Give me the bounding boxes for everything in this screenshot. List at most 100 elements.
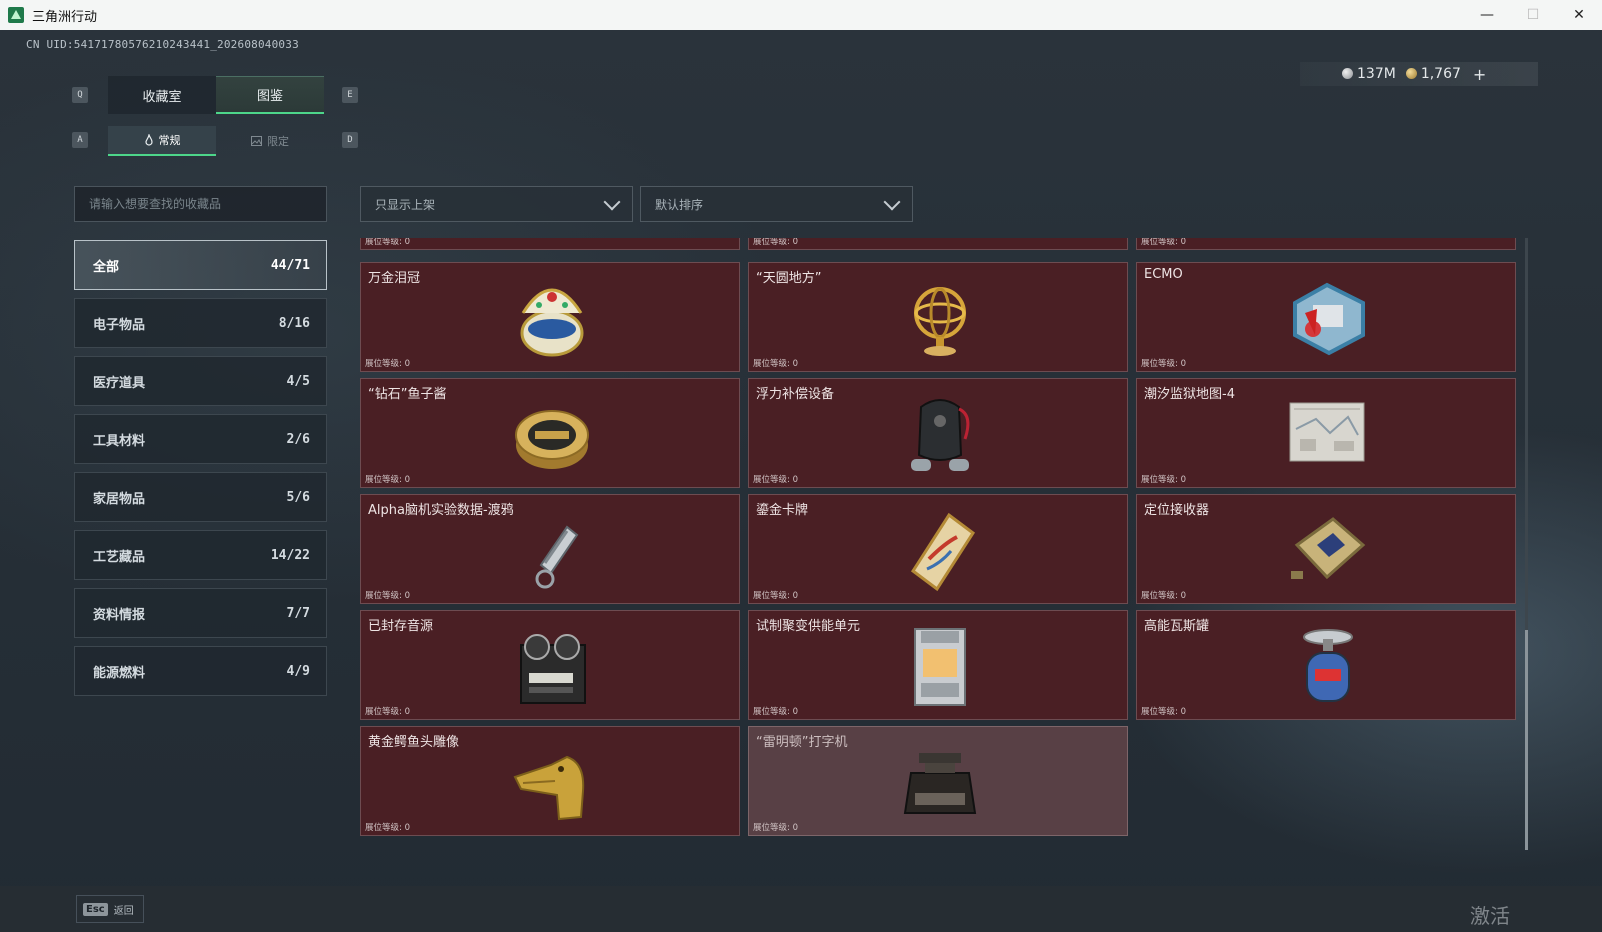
category-count: 2/6 [286, 431, 310, 447]
item-level: 展位等级: 0 [753, 823, 798, 833]
shelf-filter-dropdown[interactable]: 只显示上架 [360, 186, 633, 222]
item-name: Alpha脑机实验数据-渡鸦 [368, 503, 514, 518]
item-card[interactable]: 展位等级: 0 [748, 238, 1128, 250]
subtab-limited-label: 限定 [267, 135, 289, 148]
item-card-jeweled-egg[interactable]: 万金泪冠 展位等级: 0 [360, 262, 740, 372]
item-name: 万金泪冠 [368, 271, 421, 286]
caviar-tin-icon [515, 410, 589, 469]
item-level: 展位等级: 0 [753, 359, 798, 369]
item-card-gas-canister[interactable]: 高能瓦斯罐 展位等级: 0 [1136, 610, 1516, 720]
category-label: 家居物品 [93, 491, 146, 507]
tab-atlas[interactable]: 图鉴 [216, 76, 324, 114]
item-card-fusion-unit[interactable]: 试制聚变供能单元 展位等级: 0 [748, 610, 1128, 720]
item-card-armillary[interactable]: “天圆地方” 展位等级: 0 [748, 262, 1128, 372]
silver-currency: 137M [1342, 66, 1396, 82]
subtab-limited[interactable]: 限定 [216, 126, 324, 156]
subtab-normal[interactable]: 常规 [108, 126, 216, 156]
item-name: “雷明顿”打字机 [756, 735, 848, 750]
back-button[interactable]: Esc 返回 [76, 895, 144, 923]
category-energy[interactable]: 能源燃料 4/9 [74, 646, 327, 696]
item-card-gps-receiver[interactable]: 定位接收器 展位等级: 0 [1136, 494, 1516, 604]
item-name: 鎏金卡牌 [756, 503, 809, 518]
item-card-usb-data[interactable]: Alpha脑机实验数据-渡鸦 展位等级: 0 [360, 494, 740, 604]
item-name: “钻石”鱼子酱 [368, 387, 447, 402]
category-crafts[interactable]: 工艺藏品 14/22 [74, 530, 327, 580]
grid-scrollbar-thumb[interactable] [1525, 630, 1528, 850]
item-level: 展位等级: 0 [365, 359, 410, 369]
category-count: 7/7 [286, 605, 310, 621]
buoyancy-device-icon [911, 399, 970, 471]
shelf-filter-value: 只显示上架 [375, 197, 436, 212]
search-input[interactable] [89, 197, 309, 211]
item-level: 展位等级: 0 [1141, 238, 1186, 247]
map-icon [1289, 402, 1365, 462]
category-medical[interactable]: 医疗道具 4/5 [74, 356, 327, 406]
item-name: 试制聚变供能单元 [756, 619, 861, 634]
category-all[interactable]: 全部 44/71 [74, 240, 327, 290]
flame-icon [144, 134, 153, 146]
item-level: 展位等级: 0 [753, 475, 798, 485]
window-titlebar: 三角洲行动 — ☐ ✕ [0, 0, 1602, 30]
typewriter-icon [903, 753, 977, 814]
windows-activation-watermark: 激活 Windows [1470, 904, 1559, 932]
footer-bar [0, 886, 1602, 932]
item-level: 展位等级: 0 [753, 238, 798, 247]
category-count: 5/6 [286, 489, 310, 505]
item-name: 高能瓦斯罐 [1144, 619, 1210, 634]
item-name: 已封存音源 [368, 619, 434, 634]
item-level: 展位等级: 0 [365, 475, 410, 485]
item-name: ECMO [1144, 267, 1183, 282]
esc-key-hint: Esc [83, 902, 108, 916]
gold-currency: 1,767 [1405, 66, 1461, 82]
item-card[interactable]: 展位等级: 0 [360, 238, 740, 250]
category-intel[interactable]: 资料情报 7/7 [74, 588, 327, 638]
category-label: 医疗道具 [93, 375, 146, 391]
collection-grid: 展位等级: 0 展位等级: 0 展位等级: 0 万金泪冠 展位等级: 0 “天圆… [360, 238, 1522, 850]
key-hint-a: A [72, 132, 88, 148]
item-name: 定位接收器 [1144, 503, 1210, 518]
silver-amount: 137M [1357, 66, 1396, 82]
item-card-crocodile-statue[interactable]: 黄金鳄鱼头雕像 展位等级: 0 [360, 726, 740, 836]
gold-coin-icon [1405, 68, 1417, 79]
item-name: 潮汐监狱地图-4 [1144, 387, 1235, 402]
sort-value: 默认排序 [655, 197, 704, 212]
item-card-typewriter[interactable]: “雷明顿”打字机 展位等级: 0 [748, 726, 1128, 836]
item-card-map[interactable]: 潮汐监狱地图-4 展位等级: 0 [1136, 378, 1516, 488]
category-count: 4/9 [286, 663, 310, 679]
item-level: 展位等级: 0 [1141, 359, 1186, 369]
category-tools[interactable]: 工具材料 2/6 [74, 414, 327, 464]
item-card[interactable]: 展位等级: 0 [1136, 238, 1516, 250]
key-hint-d: D [342, 132, 358, 148]
key-hint-e: E [342, 87, 358, 103]
maximize-button[interactable]: ☐ [1510, 0, 1556, 30]
item-level: 展位等级: 0 [365, 707, 410, 717]
window-controls: — ☐ ✕ [1464, 0, 1602, 30]
category-label: 工艺藏品 [93, 549, 146, 565]
item-card-caviar[interactable]: “钻石”鱼子酱 展位等级: 0 [360, 378, 740, 488]
item-card-gilded-card[interactable]: 鎏金卡牌 展位等级: 0 [748, 494, 1128, 604]
sort-dropdown[interactable]: 默认排序 [640, 186, 913, 222]
category-label: 资料情报 [93, 607, 146, 623]
subtab-normal-label: 常规 [158, 134, 181, 147]
category-household[interactable]: 家居物品 5/6 [74, 472, 327, 522]
armillary-sphere-icon [914, 287, 966, 356]
item-name: 浮力补偿设备 [756, 387, 835, 402]
category-label: 能源燃料 [93, 665, 146, 681]
category-label: 工具材料 [93, 433, 146, 449]
item-level: 展位等级: 0 [365, 591, 410, 601]
search-box [74, 186, 327, 222]
jeweled-egg-icon [520, 288, 584, 357]
item-card-ecmo[interactable]: ECMO 展位等级: 0 [1136, 262, 1516, 372]
category-count: 44/71 [270, 257, 310, 273]
item-name: “天圆地方” [756, 271, 822, 286]
item-card-tape-recorder[interactable]: 已封存音源 展位等级: 0 [360, 610, 740, 720]
add-currency-button[interactable]: + [1473, 65, 1486, 84]
gas-canister-icon [1303, 629, 1353, 702]
category-label: 电子物品 [93, 317, 146, 333]
minimize-button[interactable]: — [1464, 0, 1510, 30]
item-card-buoyancy[interactable]: 浮力补偿设备 展位等级: 0 [748, 378, 1128, 488]
tab-collection-room[interactable]: 收藏室 [108, 76, 216, 114]
item-level: 展位等级: 0 [1141, 707, 1186, 717]
category-electronics[interactable]: 电子物品 8/16 [74, 298, 327, 348]
close-button[interactable]: ✕ [1556, 0, 1602, 30]
